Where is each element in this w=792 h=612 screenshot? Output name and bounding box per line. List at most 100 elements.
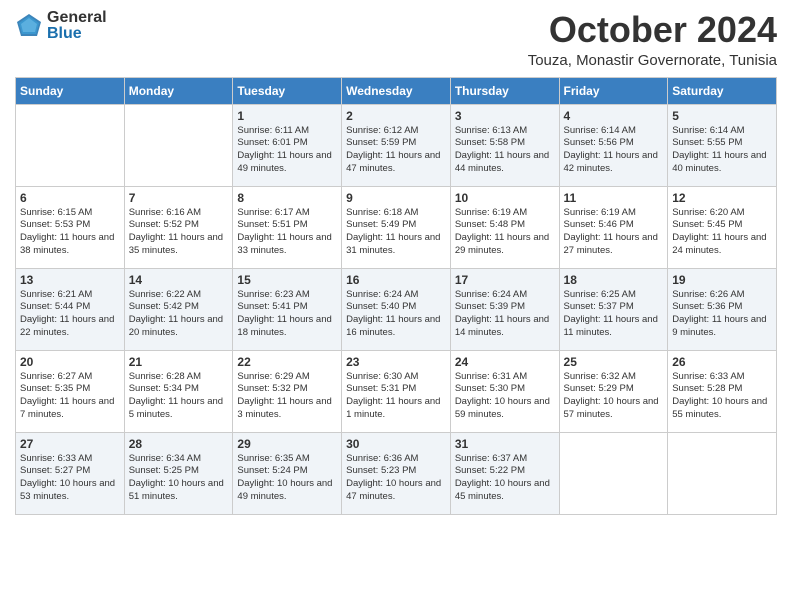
day-number: 20 [20, 355, 120, 369]
col-sunday: Sunday [16, 77, 125, 104]
calendar-cell [124, 104, 233, 186]
day-number: 15 [237, 273, 337, 287]
day-number: 7 [129, 191, 229, 205]
logo-general: General [47, 10, 107, 26]
calendar-cell: 30 Sunrise: 6:36 AMSunset: 5:23 PMDayligh… [342, 432, 451, 514]
col-saturday: Saturday [668, 77, 777, 104]
header: General Blue October 2024 Touza, Monasti… [15, 10, 777, 69]
cell-info: Sunrise: 6:26 AMSunset: 5:36 PMDaylight:… [672, 289, 772, 340]
calendar-cell [559, 432, 668, 514]
cell-info: Sunrise: 6:36 AMSunset: 5:23 PMDaylight:… [346, 453, 446, 504]
cell-info: Sunrise: 6:24 AMSunset: 5:39 PMDaylight:… [455, 289, 555, 340]
cell-info: Sunrise: 6:14 AMSunset: 5:55 PMDaylight:… [672, 125, 772, 176]
day-number: 2 [346, 109, 446, 123]
day-number: 9 [346, 191, 446, 205]
cell-info: Sunrise: 6:24 AMSunset: 5:40 PMDaylight:… [346, 289, 446, 340]
calendar-cell: 12 Sunrise: 6:20 AMSunset: 5:45 PMDayligh… [668, 186, 777, 268]
day-number: 5 [672, 109, 772, 123]
calendar-cell: 15 Sunrise: 6:23 AMSunset: 5:41 PMDayligh… [233, 268, 342, 350]
calendar-row-3: 20Sunrise: 6:27 AMSunset: 5:35 PMDayligh… [16, 350, 777, 432]
day-number: 22 [237, 355, 337, 369]
calendar-cell: 31Sunrise: 6:37 AMSunset: 5:22 PMDayligh… [450, 432, 559, 514]
day-number: 21 [129, 355, 229, 369]
cell-info: Sunrise: 6:13 AMSunset: 5:58 PMDaylight:… [455, 125, 555, 176]
calendar-cell: 25 Sunrise: 6:32 AMSunset: 5:29 PMDayligh… [559, 350, 668, 432]
cell-info: Sunrise: 6:12 AMSunset: 5:59 PMDaylight:… [346, 125, 446, 176]
calendar-cell: 19Sunrise: 6:26 AMSunset: 5:36 PMDayligh… [668, 268, 777, 350]
day-number: 14 [129, 273, 229, 287]
col-tuesday: Tuesday [233, 77, 342, 104]
calendar-cell: 1 Sunrise: 6:11 AMSunset: 6:01 PMDaylight… [233, 104, 342, 186]
day-number: 27 [20, 437, 120, 451]
cell-info: Sunrise: 6:25 AMSunset: 5:37 PMDaylight:… [564, 289, 664, 340]
day-number: 29 [237, 437, 337, 451]
cell-info: Sunrise: 6:28 AMSunset: 5:34 PMDaylight:… [129, 371, 229, 422]
logo-icon [15, 12, 43, 40]
cell-info: Sunrise: 6:17 AMSunset: 5:51 PMDaylight:… [237, 207, 337, 258]
calendar-cell: 23Sunrise: 6:30 AMSunset: 5:31 PMDayligh… [342, 350, 451, 432]
calendar-cell: 5 Sunrise: 6:14 AMSunset: 5:55 PMDaylight… [668, 104, 777, 186]
calendar-cell: 16 Sunrise: 6:24 AMSunset: 5:40 PMDayligh… [342, 268, 451, 350]
calendar-row-4: 27 Sunrise: 6:33 AMSunset: 5:27 PMDayligh… [16, 432, 777, 514]
calendar-row-2: 13 Sunrise: 6:21 AMSunset: 5:44 PMDayligh… [16, 268, 777, 350]
calendar-cell: 28Sunrise: 6:34 AMSunset: 5:25 PMDayligh… [124, 432, 233, 514]
calendar-cell: 10 Sunrise: 6:19 AMSunset: 5:48 PMDayligh… [450, 186, 559, 268]
page: General Blue October 2024 Touza, Monasti… [0, 0, 792, 612]
day-number: 23 [346, 355, 446, 369]
cell-info: Sunrise: 6:22 AMSunset: 5:42 PMDaylight:… [129, 289, 229, 340]
calendar-cell: 13 Sunrise: 6:21 AMSunset: 5:44 PMDayligh… [16, 268, 125, 350]
day-number: 16 [346, 273, 446, 287]
cell-info: Sunrise: 6:35 AMSunset: 5:24 PMDaylight:… [237, 453, 337, 504]
calendar-cell: 3 Sunrise: 6:13 AMSunset: 5:58 PMDaylight… [450, 104, 559, 186]
cell-info: Sunrise: 6:21 AMSunset: 5:44 PMDaylight:… [20, 289, 120, 340]
calendar-cell: 17 Sunrise: 6:24 AMSunset: 5:39 PMDayligh… [450, 268, 559, 350]
logo: General Blue [15, 10, 107, 42]
col-wednesday: Wednesday [342, 77, 451, 104]
month-title: October 2024 [528, 10, 777, 50]
calendar-cell: 9 Sunrise: 6:18 AMSunset: 5:49 PMDaylight… [342, 186, 451, 268]
calendar-cell: 4Sunrise: 6:14 AMSunset: 5:56 PMDaylight… [559, 104, 668, 186]
calendar-cell: 8 Sunrise: 6:17 AMSunset: 5:51 PMDaylight… [233, 186, 342, 268]
cell-info: Sunrise: 6:33 AMSunset: 5:27 PMDaylight:… [20, 453, 120, 504]
calendar-cell: 7 Sunrise: 6:16 AMSunset: 5:52 PMDaylight… [124, 186, 233, 268]
calendar-cell: 22Sunrise: 6:29 AMSunset: 5:32 PMDayligh… [233, 350, 342, 432]
calendar-row-0: 1 Sunrise: 6:11 AMSunset: 6:01 PMDaylight… [16, 104, 777, 186]
col-monday: Monday [124, 77, 233, 104]
day-number: 6 [20, 191, 120, 205]
calendar-cell: 6Sunrise: 6:15 AMSunset: 5:53 PMDaylight… [16, 186, 125, 268]
day-number: 10 [455, 191, 555, 205]
day-number: 13 [20, 273, 120, 287]
cell-info: Sunrise: 6:20 AMSunset: 5:45 PMDaylight:… [672, 207, 772, 258]
col-thursday: Thursday [450, 77, 559, 104]
calendar-cell: 24Sunrise: 6:31 AMSunset: 5:30 PMDayligh… [450, 350, 559, 432]
cell-info: Sunrise: 6:31 AMSunset: 5:30 PMDaylight:… [455, 371, 555, 422]
logo-blue: Blue [47, 26, 107, 42]
cell-info: Sunrise: 6:32 AMSunset: 5:29 PMDaylight:… [564, 371, 664, 422]
logo-text: General Blue [47, 10, 107, 42]
calendar-cell: 20Sunrise: 6:27 AMSunset: 5:35 PMDayligh… [16, 350, 125, 432]
day-number: 30 [346, 437, 446, 451]
calendar-row-1: 6Sunrise: 6:15 AMSunset: 5:53 PMDaylight… [16, 186, 777, 268]
day-number: 17 [455, 273, 555, 287]
cell-info: Sunrise: 6:19 AMSunset: 5:48 PMDaylight:… [455, 207, 555, 258]
calendar-header-row: Sunday Monday Tuesday Wednesday Thursday… [16, 77, 777, 104]
day-number: 1 [237, 109, 337, 123]
cell-info: Sunrise: 6:16 AMSunset: 5:52 PMDaylight:… [129, 207, 229, 258]
cell-info: Sunrise: 6:19 AMSunset: 5:46 PMDaylight:… [564, 207, 664, 258]
day-number: 8 [237, 191, 337, 205]
calendar-cell [16, 104, 125, 186]
day-number: 26 [672, 355, 772, 369]
calendar-cell: 26Sunrise: 6:33 AMSunset: 5:28 PMDayligh… [668, 350, 777, 432]
cell-info: Sunrise: 6:18 AMSunset: 5:49 PMDaylight:… [346, 207, 446, 258]
day-number: 3 [455, 109, 555, 123]
cell-info: Sunrise: 6:23 AMSunset: 5:41 PMDaylight:… [237, 289, 337, 340]
calendar-cell: 11 Sunrise: 6:19 AMSunset: 5:46 PMDayligh… [559, 186, 668, 268]
cell-info: Sunrise: 6:34 AMSunset: 5:25 PMDaylight:… [129, 453, 229, 504]
cell-info: Sunrise: 6:11 AMSunset: 6:01 PMDaylight:… [237, 125, 337, 176]
day-number: 12 [672, 191, 772, 205]
day-number: 25 [564, 355, 664, 369]
day-number: 11 [564, 191, 664, 205]
day-number: 31 [455, 437, 555, 451]
calendar-cell [668, 432, 777, 514]
calendar-cell: 2 Sunrise: 6:12 AMSunset: 5:59 PMDaylight… [342, 104, 451, 186]
